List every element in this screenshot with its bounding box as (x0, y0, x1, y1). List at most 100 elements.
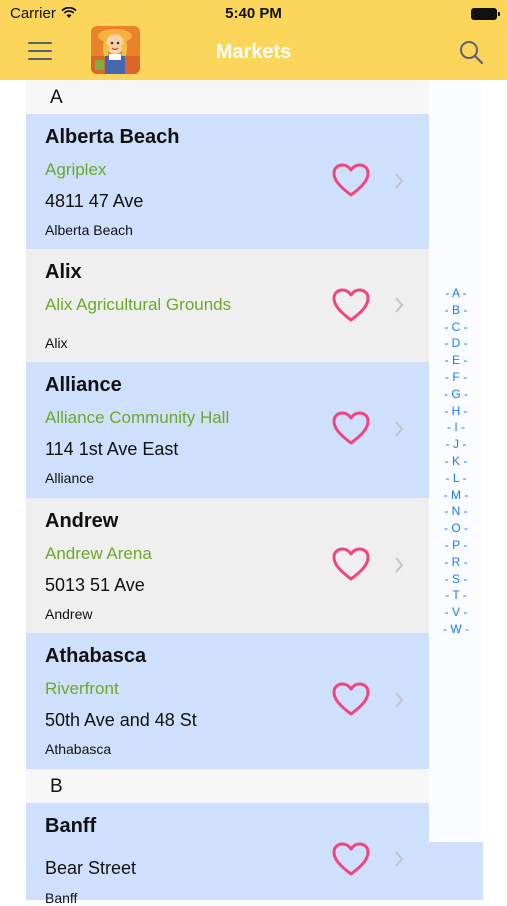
index-dash: - (444, 453, 452, 468)
index-letter-s[interactable]: - S - (430, 571, 482, 588)
index-dash: - (459, 588, 467, 603)
section-index[interactable]: - A -- B -- C -- D -- E -- F -- G -- H -… (430, 285, 482, 638)
index-letter: M (451, 487, 461, 502)
index-dash: - (445, 286, 452, 300)
list-item[interactable]: Banff Bear Street Banff (26, 803, 429, 906)
section-letter: A (50, 87, 63, 108)
index-letter-k[interactable]: - K - (430, 453, 482, 470)
favorite-heart-icon[interactable] (331, 546, 371, 582)
market-city: Athabasca (45, 741, 112, 757)
row-extension (429, 842, 483, 900)
list-item[interactable]: Athabasca Riverfront 50th Ave and 48 St … (26, 633, 429, 769)
market-town: Athabasca (45, 645, 147, 667)
status-bar: Carrier 5:40 PM (0, 0, 507, 28)
index-dash: - (459, 369, 468, 384)
index-dash: - (457, 420, 466, 435)
index-letter: S (451, 571, 460, 586)
index-dash: - (460, 521, 469, 536)
index-letter-j[interactable]: - J - (430, 436, 482, 453)
index-letter-m[interactable]: - M - (430, 487, 482, 504)
index-letter: G (451, 386, 461, 401)
index-dash: - (443, 487, 451, 502)
index-dash: - (444, 554, 452, 569)
market-address: 50th Ave and 48 St (45, 710, 197, 730)
index-dash: - (444, 353, 452, 368)
chevron-right-icon (393, 691, 405, 709)
index-dash: - (445, 437, 453, 452)
market-city: Alliance (45, 470, 95, 486)
market-town: Banff (45, 815, 97, 837)
market-city: Banff (45, 890, 78, 906)
market-town: Alliance (45, 374, 122, 396)
favorite-heart-icon[interactable] (331, 162, 371, 198)
index-dash: - (444, 571, 452, 586)
market-city: Andrew (45, 606, 93, 622)
index-letter-f[interactable]: - F - (430, 369, 482, 386)
index-letter: K (451, 453, 460, 468)
list-item[interactable]: Alix Alix Agricultural Grounds Alix (26, 249, 429, 362)
index-letter-r[interactable]: - R - (430, 554, 482, 571)
index-dash: - (461, 621, 469, 636)
index-letter: E (451, 353, 460, 368)
index-letter-h[interactable]: - H - (430, 403, 482, 420)
index-dash: - (460, 319, 468, 334)
chevron-right-icon (393, 556, 405, 574)
index-letter-b[interactable]: - B - (430, 302, 482, 319)
market-city: Alix (45, 335, 68, 351)
index-letter-p[interactable]: - P - (430, 537, 482, 554)
index-letter-t[interactable]: - T - (430, 587, 482, 604)
index-letter: P (452, 537, 460, 552)
market-venue: Alliance Community Hall (45, 408, 230, 427)
index-letter-l[interactable]: - L - (430, 470, 482, 487)
market-venue: Andrew Arena (45, 544, 152, 563)
status-time: 5:40 PM (225, 5, 282, 22)
index-letter: O (451, 521, 461, 536)
index-dash: - (460, 353, 468, 368)
index-dash: - (460, 605, 468, 620)
section-header: A (26, 80, 429, 114)
index-letter-o[interactable]: - O - (430, 520, 482, 537)
list-item[interactable]: Alberta Beach Agriplex 4811 47 Ave Alber… (26, 114, 429, 249)
index-dash: - (444, 537, 453, 552)
index-dash: - (444, 336, 452, 351)
index-letter-g[interactable]: - G - (430, 386, 482, 403)
market-city: Alberta Beach (45, 222, 133, 238)
favorite-heart-icon[interactable] (331, 681, 371, 717)
search-button[interactable] (459, 40, 485, 66)
index-letter: B (451, 302, 460, 317)
index-dash: - (459, 286, 467, 300)
navigation-bar: Markets (0, 26, 507, 80)
market-address: 5013 51 Ave (45, 575, 145, 595)
favorite-heart-icon[interactable] (331, 410, 371, 446)
index-dash: - (444, 504, 452, 519)
index-letter-w[interactable]: - W - (430, 621, 482, 638)
index-letter-v[interactable]: - V - (430, 604, 482, 621)
market-address: 114 1st Ave East (45, 439, 179, 459)
index-dash: - (461, 487, 469, 502)
chevron-right-icon (393, 850, 405, 868)
index-dash: - (459, 470, 467, 485)
chevron-right-icon (393, 172, 405, 190)
market-venue: Alix Agricultural Grounds (45, 295, 232, 314)
markets-list[interactable]: A Alberta Beach Agriplex 4811 47 Ave Alb… (26, 80, 429, 906)
index-dash: - (460, 336, 468, 351)
index-letter-c[interactable]: - C - (430, 319, 482, 336)
index-dash: - (460, 403, 468, 418)
index-dash: - (459, 437, 467, 452)
index-letter: V (451, 605, 460, 620)
index-letter-n[interactable]: - N - (430, 503, 482, 520)
index-letter-d[interactable]: - D - (430, 335, 482, 352)
index-letter-i[interactable]: - I - (430, 419, 482, 436)
market-town: Alberta Beach (45, 126, 180, 148)
index-dash: - (460, 554, 468, 569)
favorite-heart-icon[interactable] (331, 841, 371, 877)
index-letter-e[interactable]: - E - (430, 352, 482, 369)
index-letter-a[interactable]: - A - (430, 285, 482, 302)
index-letter: W (450, 621, 462, 636)
index-dash: - (460, 504, 468, 519)
index-dash: - (445, 470, 453, 485)
list-item[interactable]: Andrew Andrew Arena 5013 51 Ave Andrew (26, 498, 429, 633)
list-item[interactable]: Alliance Alliance Community Hall 114 1st… (26, 362, 429, 498)
favorite-heart-icon[interactable] (331, 287, 371, 323)
market-town: Alix (45, 261, 82, 283)
